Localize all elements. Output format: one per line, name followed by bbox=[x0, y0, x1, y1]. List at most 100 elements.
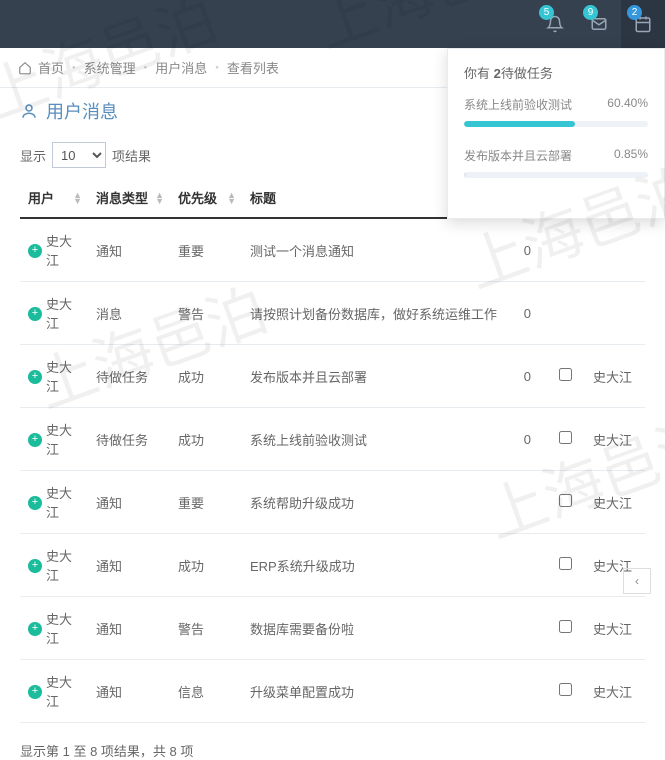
table-row: + 史大江消息警告请按照计划备份数据库，做好系统运维工作0 bbox=[20, 282, 645, 345]
notifications-badge: 5 bbox=[539, 5, 554, 20]
topbar-notifications[interactable]: 5 bbox=[533, 0, 577, 48]
cell-extra bbox=[515, 597, 545, 660]
expand-button[interactable]: + bbox=[28, 433, 42, 447]
column-priority[interactable]: 优先级 bbox=[178, 191, 217, 206]
expand-button[interactable]: + bbox=[28, 622, 42, 636]
tasks-header-post: 待做任务 bbox=[501, 66, 553, 81]
cell-priority: 成功 bbox=[170, 345, 242, 408]
user-icon bbox=[20, 102, 38, 120]
cell-title: ERP系统升级成功 bbox=[242, 534, 515, 597]
cell-extra: 0 bbox=[515, 408, 545, 471]
column-type[interactable]: 消息类型 bbox=[96, 191, 148, 206]
cell-actor: 史大江 bbox=[585, 345, 645, 408]
breadcrumb-separator: ● bbox=[72, 65, 76, 71]
cell-extra bbox=[515, 471, 545, 534]
cell-type: 通知 bbox=[88, 660, 170, 723]
cell-user: 史大江 bbox=[46, 420, 74, 458]
cell-extra: 0 bbox=[515, 345, 545, 408]
messages-table: 用户▲▼ 消息类型▲▼ 优先级▲▼ 标题▲▼ + 史大江通知重要测试一个消息通知… bbox=[20, 178, 645, 723]
task-name: 发布版本并且云部署 bbox=[464, 147, 572, 164]
task-item[interactable]: 系统上线前验收测试 60.40% bbox=[464, 96, 648, 127]
column-title[interactable]: 标题 bbox=[250, 191, 276, 206]
pager-prev[interactable]: ‹ bbox=[623, 568, 651, 594]
expand-button[interactable]: + bbox=[28, 244, 42, 258]
column-user[interactable]: 用户 bbox=[28, 191, 54, 206]
cell-priority: 信息 bbox=[170, 660, 242, 723]
cell-actor: 史大江 bbox=[585, 660, 645, 723]
cell-user: 史大江 bbox=[46, 231, 74, 269]
row-checkbox[interactable] bbox=[559, 431, 572, 444]
progress-bar bbox=[464, 121, 648, 127]
table-row: + 史大江通知重要测试一个消息通知0 bbox=[20, 218, 645, 282]
cell-user: 史大江 bbox=[46, 609, 74, 647]
cell-extra: 0 bbox=[515, 218, 545, 282]
cell-user: 史大江 bbox=[46, 357, 74, 395]
expand-button[interactable]: + bbox=[28, 307, 42, 321]
tasks-header-count: 2 bbox=[494, 66, 501, 81]
cell-priority: 成功 bbox=[170, 534, 242, 597]
cell-type: 待做任务 bbox=[88, 345, 170, 408]
table-row: + 史大江待做任务成功发布版本并且云部署0史大江 bbox=[20, 345, 645, 408]
cell-type: 待做任务 bbox=[88, 408, 170, 471]
cell-priority: 成功 bbox=[170, 408, 242, 471]
expand-button[interactable]: + bbox=[28, 370, 42, 384]
cell-type: 通知 bbox=[88, 218, 170, 282]
progress-fill bbox=[464, 121, 575, 127]
breadcrumb-separator: ● bbox=[215, 65, 219, 71]
sort-icon[interactable]: ▲▼ bbox=[155, 192, 164, 204]
cell-extra bbox=[515, 660, 545, 723]
cell-actor bbox=[585, 282, 645, 345]
row-checkbox[interactable] bbox=[559, 620, 572, 633]
tasks-badge: 2 bbox=[627, 5, 642, 20]
topbar-messages[interactable]: 9 bbox=[577, 0, 621, 48]
page-title-text: 用户消息 bbox=[46, 98, 118, 124]
cell-actor bbox=[585, 218, 645, 282]
row-checkbox[interactable] bbox=[559, 683, 572, 696]
cell-title: 发布版本并且云部署 bbox=[242, 345, 515, 408]
progress-fill bbox=[464, 172, 466, 178]
row-checkbox[interactable] bbox=[559, 494, 572, 507]
breadcrumb-separator: ● bbox=[144, 65, 148, 71]
topbar-tasks[interactable]: 2 bbox=[621, 0, 665, 48]
expand-button[interactable]: + bbox=[28, 559, 42, 573]
cell-priority: 警告 bbox=[170, 597, 242, 660]
row-checkbox[interactable] bbox=[559, 557, 572, 570]
cell-title: 测试一个消息通知 bbox=[242, 218, 515, 282]
sort-icon[interactable]: ▲▼ bbox=[73, 192, 82, 204]
table-row: + 史大江通知警告数据库需要备份啦史大江 bbox=[20, 597, 645, 660]
table-info: 显示第 1 至 8 项结果，共 8 项 bbox=[0, 727, 665, 760]
expand-button[interactable]: + bbox=[28, 685, 42, 699]
task-percent: 60.40% bbox=[607, 96, 648, 113]
cell-type: 通知 bbox=[88, 471, 170, 534]
cell-title: 请按照计划备份数据库，做好系统运维工作 bbox=[242, 282, 515, 345]
pagination: ‹ bbox=[623, 568, 651, 594]
cell-priority: 重要 bbox=[170, 471, 242, 534]
cell-title: 升级菜单配置成功 bbox=[242, 660, 515, 723]
task-item[interactable]: 发布版本并且云部署 0.85% bbox=[464, 147, 648, 178]
cell-type: 通知 bbox=[88, 597, 170, 660]
task-name: 系统上线前验收测试 bbox=[464, 96, 572, 113]
cell-title: 数据库需要备份啦 bbox=[242, 597, 515, 660]
row-checkbox[interactable] bbox=[559, 368, 572, 381]
breadcrumb-home[interactable]: 首页 bbox=[38, 58, 64, 77]
messages-badge: 9 bbox=[583, 5, 598, 20]
sort-icon[interactable]: ▲▼ bbox=[227, 192, 236, 204]
cell-extra bbox=[515, 534, 545, 597]
expand-button[interactable]: + bbox=[28, 496, 42, 510]
length-select[interactable]: 10 bbox=[52, 142, 106, 168]
breadcrumb-item[interactable]: 用户消息 bbox=[155, 58, 207, 77]
breadcrumb-item[interactable]: 系统管理 bbox=[84, 58, 136, 77]
progress-bar bbox=[464, 172, 648, 178]
length-label-post: 项结果 bbox=[112, 146, 151, 165]
cell-user: 史大江 bbox=[46, 483, 74, 521]
table-row: + 史大江待做任务成功系统上线前验收测试0史大江 bbox=[20, 408, 645, 471]
task-percent: 0.85% bbox=[614, 147, 648, 164]
cell-priority: 警告 bbox=[170, 282, 242, 345]
table-row: + 史大江通知成功ERP系统升级成功史大江 bbox=[20, 534, 645, 597]
cell-user: 史大江 bbox=[46, 546, 74, 584]
cell-type: 消息 bbox=[88, 282, 170, 345]
tasks-dropdown: 你有 2待做任务 系统上线前验收测试60.40%发布版本并且云部署0.85% bbox=[447, 48, 665, 219]
cell-actor: 史大江 bbox=[585, 408, 645, 471]
cell-priority: 重要 bbox=[170, 218, 242, 282]
cell-user: 史大江 bbox=[46, 294, 74, 332]
